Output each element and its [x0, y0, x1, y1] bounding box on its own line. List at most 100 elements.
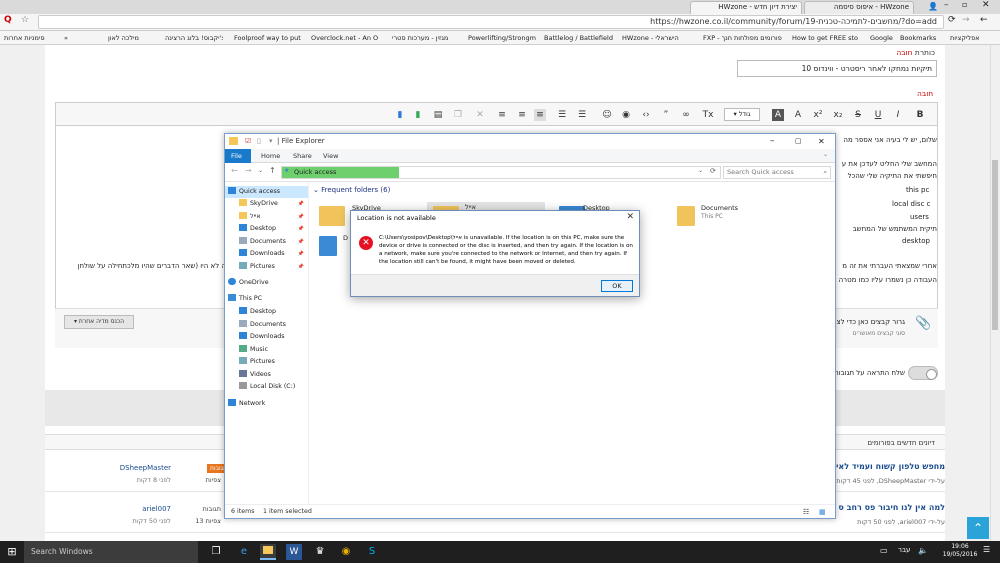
align-left-icon[interactable]: ≡ [496, 109, 508, 121]
scrollbar-thumb[interactable] [992, 160, 998, 330]
doc-icon[interactable]: ▮ [394, 109, 406, 121]
windows-start-icon[interactable]: ⊞ [4, 544, 20, 560]
topic-title-input[interactable]: תיקיות נמחקו לאחר ריסטרט - ווינדוס 10 [737, 60, 937, 77]
bookmark-other[interactable]: סימניות אחרות [4, 31, 48, 45]
file-explorer-icon[interactable] [260, 544, 276, 560]
code-icon[interactable]: ‹› [640, 109, 652, 121]
last-poster-link[interactable]: DSheepMaster [85, 464, 171, 472]
nav-music[interactable]: Music [225, 344, 308, 356]
bookmark-item[interactable]: HWzone - הישראלי [622, 31, 694, 45]
explorer-search-input[interactable]: Search Quick access ⌕ [723, 166, 831, 179]
chevron-icon[interactable]: » [64, 31, 70, 45]
sheet-icon[interactable]: ▮ [412, 109, 424, 121]
link-icon[interactable]: ∞ [680, 109, 692, 121]
bullet-list-icon[interactable]: ☰ [576, 109, 588, 121]
bookmark-item[interactable]: מגזין - מערכות סטרי [392, 31, 462, 45]
bookmark-item[interactable]: Powerlifting/Strongm [468, 31, 538, 45]
forward-icon[interactable]: → [962, 15, 970, 25]
subscript-icon[interactable]: x₂ [832, 109, 844, 121]
nav-pc-pictures[interactable]: Pictures [225, 356, 308, 368]
topic-title-link[interactable]: מחפש טלפון קשוח ועמיד לאי [835, 462, 945, 471]
nav-this-pc[interactable]: This PC [225, 293, 308, 305]
maximize-icon[interactable]: ▫ [962, 0, 974, 9]
browser-tab-password-reset[interactable]: HWzone - איפוס סיסמה [804, 1, 914, 14]
nav-eyal[interactable]: אייל 📌 [225, 211, 308, 223]
minimize-icon[interactable]: – [770, 134, 775, 149]
copy-icon[interactable]: ❐ [452, 109, 464, 121]
notifications-icon[interactable]: ▭ [880, 546, 888, 555]
refresh-icon[interactable]: ⟳ [710, 167, 716, 175]
bookmark-item[interactable]: Overclock.net - An O [311, 31, 381, 45]
tiles-view-icon[interactable]: ▦ [819, 505, 826, 519]
emoji-icon[interactable]: ☺ [601, 109, 613, 121]
action-center-icon[interactable]: ☰ [983, 545, 990, 554]
ribbon-tab-share[interactable]: Share [287, 149, 318, 163]
ribbon-tab-home[interactable]: Home [255, 149, 286, 163]
details-view-icon[interactable]: ☷ [803, 505, 809, 519]
spoiler-icon[interactable]: ◉ [620, 109, 632, 121]
browser-tab-create-topic[interactable]: יצירת דיון חדש - HWzone [690, 1, 802, 14]
forward-icon[interactable]: → [245, 166, 252, 175]
volume-icon[interactable]: 🔈 [918, 546, 928, 555]
ribbon-tab-file[interactable]: File [225, 149, 251, 163]
skype-icon[interactable]: S [364, 544, 380, 560]
font-size-select[interactable]: גודל ▾ [724, 108, 760, 121]
numbered-list-icon[interactable]: ☰ [556, 109, 568, 121]
nav-pc-documents[interactable]: Documents [225, 319, 308, 331]
nav-documents[interactable]: Documents 📌 [225, 236, 308, 248]
nav-skydrive[interactable]: SkyDrive 📌 [225, 198, 308, 210]
bookmark-item[interactable]: Foolproof way to put [234, 31, 304, 45]
bookmark-apps[interactable]: אפליקציות [950, 31, 998, 45]
nav-desktop[interactable]: Desktop 📌 [225, 223, 308, 235]
bookmark-item[interactable]: Bookmarks [900, 31, 940, 45]
close-window-icon[interactable]: ✕ [982, 0, 994, 10]
reload-icon[interactable]: ⟳ [948, 15, 956, 25]
nav-network[interactable]: Network [225, 398, 308, 410]
frequent-folders-header[interactable]: ⌄ Frequent folders (6) [313, 186, 390, 194]
bookmark-item[interactable]: צ'יקבוס! בלוג הרצינה [165, 31, 223, 45]
ok-button[interactable]: OK [601, 280, 633, 292]
align-center-icon[interactable]: ≡ [516, 109, 528, 121]
address-path[interactable]: Quick access ★ ⌄ ⟳ [281, 166, 721, 179]
bookmark-item[interactable]: How to get FREE sto [792, 31, 862, 45]
italic-icon[interactable]: I [892, 109, 904, 121]
nav-pc-desktop[interactable]: Desktop [225, 306, 308, 318]
steam-icon[interactable]: ♛ [312, 544, 328, 560]
bg-color-icon[interactable]: A [772, 109, 784, 121]
paste-icon[interactable]: ▤ [432, 109, 444, 121]
remove-format-icon[interactable]: ✕ [474, 109, 486, 121]
path-dropdown-icon[interactable]: ⌄ [698, 167, 703, 174]
back-icon[interactable]: ← [980, 15, 988, 25]
scroll-to-top-button[interactable]: ⌃ [967, 517, 989, 539]
clear-format-icon[interactable]: Tx [702, 109, 714, 121]
close-icon[interactable]: ✕ [626, 212, 634, 222]
back-icon[interactable]: ← [231, 166, 238, 175]
clock[interactable]: 19:06 19/05/2016 [940, 543, 980, 559]
taskbar-search[interactable]: Search Windows [24, 541, 198, 563]
profile-icon[interactable]: 👤 [928, 2, 940, 12]
nav-videos[interactable]: Videos [225, 369, 308, 381]
qat-dropdown-icon[interactable]: ▾ [269, 134, 273, 149]
strikethrough-icon[interactable]: S [852, 109, 864, 121]
nav-local-disk[interactable]: Local Disk (C:) [225, 381, 308, 393]
insert-media-button[interactable]: ▾ הכנס מדיה אחרת [64, 315, 134, 329]
bold-icon[interactable]: B [914, 109, 926, 121]
edge-icon[interactable]: e [236, 544, 252, 560]
recent-dropdown-icon[interactable]: ⌄ [258, 167, 263, 174]
bookmark-item[interactable]: מילכה לאון [108, 31, 158, 45]
nav-downloads[interactable]: Downloads 📌 [225, 248, 308, 260]
url-input[interactable]: https://hwzone.co.il/community/forum/19-… [38, 15, 944, 29]
bookmark-item[interactable]: Google [870, 31, 894, 45]
opera-icon[interactable]: Q [4, 15, 16, 29]
close-icon[interactable]: ✕ [818, 134, 825, 149]
expand-ribbon-icon[interactable]: ⌄ [823, 151, 828, 158]
underline-icon[interactable]: U [872, 109, 884, 121]
bookmark-item[interactable]: Battlelog / Battlefield [544, 31, 616, 45]
topic-title-link[interactable]: למה אין לנו חיבור פס רחב ס [835, 503, 945, 512]
folder-tile-documents[interactable]: Documents This PC [677, 204, 777, 228]
task-view-icon[interactable]: ❐ [208, 544, 224, 560]
nav-onedrive[interactable]: OneDrive [225, 277, 308, 289]
superscript-icon[interactable]: x² [812, 109, 824, 121]
word-icon[interactable]: W [286, 544, 302, 560]
nav-quick-access[interactable]: Quick access [225, 186, 308, 198]
